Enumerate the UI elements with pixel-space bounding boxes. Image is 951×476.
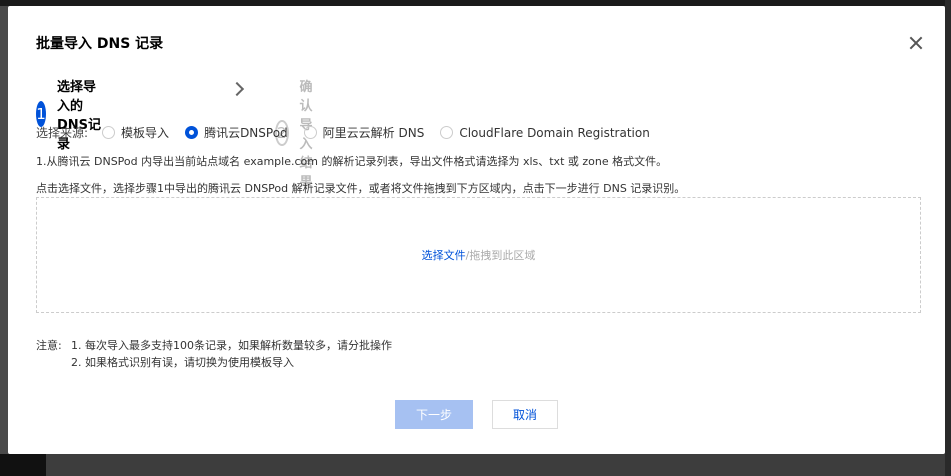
instruction-line-1: 1.从腾讯云 DNSPod 内导出当前站点域名 example.com 的解析记…	[36, 155, 668, 168]
radio-aliyun-dns[interactable]: 阿里云云解析 DNS	[303, 124, 425, 141]
source-label: 选择来源:	[36, 126, 89, 140]
radio-cloudflare[interactable]: CloudFlare Domain Registration	[440, 125, 650, 140]
radio-dot-selected	[185, 126, 199, 139]
radio-label: 模板导入	[121, 126, 170, 140]
cancel-button[interactable]: 取消	[492, 400, 558, 429]
backdrop-right	[945, 0, 951, 476]
radio-label: 阿里云云解析 DNS	[322, 126, 425, 140]
file-dropzone[interactable]: 选择文件 /拖拽到此区域	[36, 197, 921, 313]
radio-dot	[303, 126, 317, 139]
radio-template-import[interactable]: 模板导入	[102, 124, 169, 141]
choose-file-link[interactable]: 选择文件	[422, 247, 466, 263]
close-icon[interactable]	[906, 34, 926, 54]
chevron-right-icon	[229, 81, 245, 97]
radio-label: 腾讯云DNSPod	[204, 126, 288, 140]
notes: 注意: 1. 每次导入最多支持100条记录，如果解析数量较多，请分批操作 2. …	[36, 337, 392, 371]
instruction-line-2: 点击选择文件，选择步骤1中导出的腾讯云 DNSPod 解析记录文件，或者将文件拖…	[36, 182, 686, 195]
backdrop-left	[0, 454, 46, 476]
dialog-title: 批量导入 DNS 记录	[36, 36, 164, 52]
note-item: 1. 每次导入最多支持100条记录，如果解析数量较多，请分批操作	[71, 339, 392, 352]
note-item: 2. 如果格式识别有误，请切换为使用模板导入	[71, 356, 294, 369]
radio-dot	[440, 126, 454, 139]
import-dns-dialog: 批量导入 DNS 记录 1 选择导入的DNS记录 2 确认导入结果 选择来源: …	[8, 6, 945, 454]
source-selector: 选择来源: 模板导入 腾讯云DNSPod 阿里云云解析 DNS CloudFla…	[36, 124, 666, 141]
radio-dot	[102, 126, 116, 139]
radio-tencent-dnspod[interactable]: 腾讯云DNSPod	[185, 124, 288, 141]
next-button[interactable]: 下一步	[395, 400, 473, 429]
notes-prefix: 注意:	[36, 339, 62, 352]
backdrop-bottom	[46, 454, 951, 476]
drag-hint: /拖拽到此区域	[465, 249, 536, 262]
radio-label: CloudFlare Domain Registration	[459, 125, 650, 140]
